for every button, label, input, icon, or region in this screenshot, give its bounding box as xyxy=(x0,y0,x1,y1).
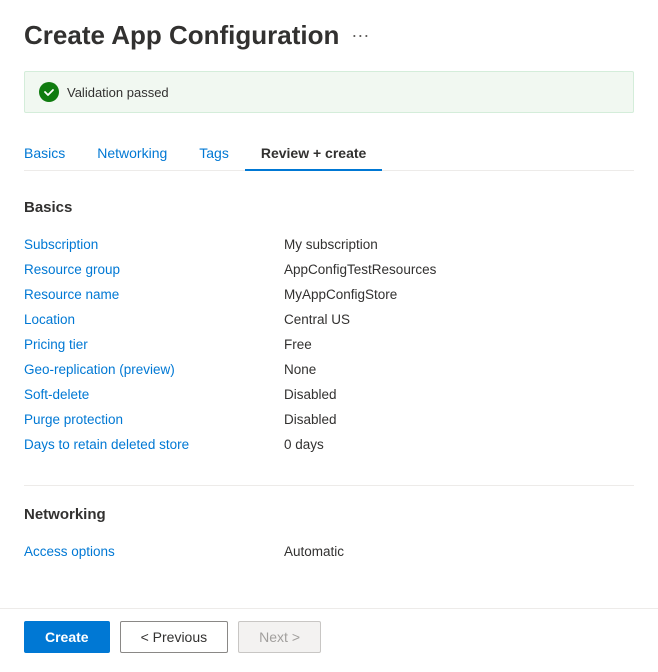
basics-section: Basics Subscription My subscription Reso… xyxy=(24,199,634,457)
table-row: Soft-delete Disabled xyxy=(24,382,634,407)
label-purge-protection: Purge protection xyxy=(24,412,284,427)
value-resource-name: MyAppConfigStore xyxy=(284,287,397,302)
table-row: Purge protection Disabled xyxy=(24,407,634,432)
previous-button[interactable]: < Previous xyxy=(120,621,229,653)
networking-section: Networking Access options Automatic xyxy=(24,506,634,564)
label-pricing-tier: Pricing tier xyxy=(24,337,284,352)
create-button[interactable]: Create xyxy=(24,621,110,653)
value-pricing-tier: Free xyxy=(284,337,312,352)
label-resource-group: Resource group xyxy=(24,262,284,277)
section-divider xyxy=(24,485,634,486)
validation-banner: Validation passed xyxy=(24,71,634,113)
table-row: Resource name MyAppConfigStore xyxy=(24,282,634,307)
value-days-retain: 0 days xyxy=(284,437,324,452)
validation-text: Validation passed xyxy=(67,85,169,100)
networking-section-title: Networking xyxy=(24,506,634,523)
table-row: Access options Automatic xyxy=(24,539,634,564)
value-geo-replication: None xyxy=(284,362,316,377)
basics-section-title: Basics xyxy=(24,199,634,216)
label-soft-delete: Soft-delete xyxy=(24,387,284,402)
check-icon xyxy=(39,82,59,102)
tab-basics[interactable]: Basics xyxy=(24,137,81,170)
label-geo-replication: Geo-replication (preview) xyxy=(24,362,284,377)
label-subscription: Subscription xyxy=(24,237,284,252)
tabs-bar: Basics Networking Tags Review + create xyxy=(24,137,634,171)
value-location: Central US xyxy=(284,312,350,327)
basics-details-table: Subscription My subscription Resource gr… xyxy=(24,232,634,457)
tab-review-create[interactable]: Review + create xyxy=(245,137,382,171)
label-resource-name: Resource name xyxy=(24,287,284,302)
more-options-icon[interactable]: ··· xyxy=(351,25,369,46)
table-row: Days to retain deleted store 0 days xyxy=(24,432,634,457)
table-row: Subscription My subscription xyxy=(24,232,634,257)
value-soft-delete: Disabled xyxy=(284,387,337,402)
tab-networking[interactable]: Networking xyxy=(81,137,183,170)
value-subscription: My subscription xyxy=(284,237,378,252)
page-title: Create App Configuration xyxy=(24,20,339,51)
label-location: Location xyxy=(24,312,284,327)
table-row: Location Central US xyxy=(24,307,634,332)
next-button: Next > xyxy=(238,621,321,653)
table-row: Pricing tier Free xyxy=(24,332,634,357)
label-access-options: Access options xyxy=(24,544,284,559)
table-row: Geo-replication (preview) None xyxy=(24,357,634,382)
value-purge-protection: Disabled xyxy=(284,412,337,427)
networking-details-table: Access options Automatic xyxy=(24,539,634,564)
value-access-options: Automatic xyxy=(284,544,344,559)
value-resource-group: AppConfigTestResources xyxy=(284,262,436,277)
label-days-retain: Days to retain deleted store xyxy=(24,437,284,452)
footer-bar: Create < Previous Next > xyxy=(0,608,658,665)
table-row: Resource group AppConfigTestResources xyxy=(24,257,634,282)
tab-tags[interactable]: Tags xyxy=(183,137,245,170)
